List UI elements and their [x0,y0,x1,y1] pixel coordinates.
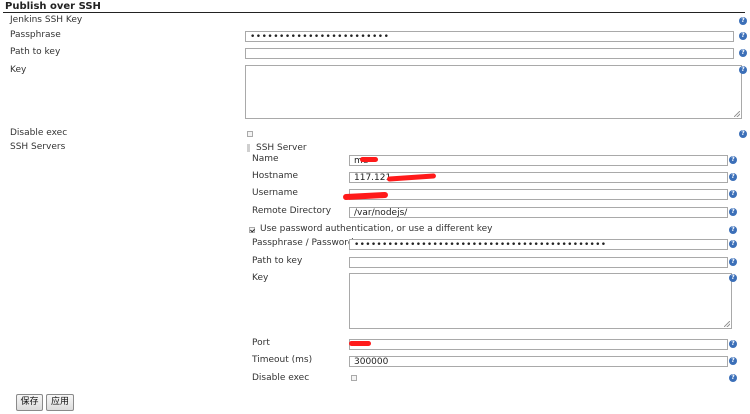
hostname-label: Hostname [252,171,299,181]
name-label: Name [252,154,279,164]
help-icon[interactable]: ? [739,66,747,74]
resize-grip-icon[interactable] [734,111,740,117]
remote-directory-field[interactable]: /var/nodejs/ [349,207,728,218]
server-key-textarea[interactable] [349,273,732,329]
key-label: Key [10,65,27,75]
server-disable-exec-label: Disable exec [252,373,310,383]
username-field[interactable] [349,189,728,200]
help-icon[interactable]: ? [739,17,747,25]
timeout-label: Timeout (ms) [252,355,313,365]
help-icon[interactable]: ? [729,240,737,248]
section-title: Publish over SSH [5,1,101,12]
jenkins-ssh-key-label: Jenkins SSH Key [10,15,83,25]
help-icon[interactable]: ? [729,226,737,234]
redaction-mark [360,157,378,162]
server-path-to-key-field[interactable] [349,257,728,268]
ssh-servers-label: SSH Servers [10,142,66,152]
passphrase-label: Passphrase [10,30,61,40]
help-icon[interactable]: ? [739,130,747,138]
use-password-checkbox[interactable] [249,227,255,233]
use-password-label: Use password authentication, or use a di… [260,224,493,234]
password-field[interactable]: ••••••••••••••••••••••••••••••••••••••••… [349,239,728,250]
disable-exec-checkbox[interactable] [247,131,253,137]
apply-button[interactable]: 应用 [46,394,74,411]
section-divider [3,12,745,13]
path-to-key-label: Path to key [10,47,61,57]
help-icon[interactable]: ? [729,208,737,216]
help-icon[interactable]: ? [729,190,737,198]
redaction-mark [349,341,371,346]
server-disable-exec-checkbox[interactable] [351,375,357,381]
path-to-key-field[interactable] [245,48,734,59]
remote-directory-label: Remote Directory [252,206,332,216]
disable-exec-label: Disable exec [10,128,68,138]
help-icon[interactable]: ? [729,340,737,348]
key-textarea[interactable] [245,65,742,119]
save-button[interactable]: 保存 [16,394,43,411]
port-field[interactable] [349,339,728,350]
ssh-server-header-bar [247,144,250,152]
name-field[interactable]: me [349,155,728,166]
server-path-to-key-label: Path to key [252,256,303,266]
help-icon[interactable]: ? [739,32,747,40]
help-icon[interactable]: ? [729,374,737,382]
server-key-label: Key [252,273,269,283]
help-icon[interactable]: ? [729,357,737,365]
help-icon[interactable]: ? [729,156,737,164]
ssh-server-header: SSH Server [256,143,307,153]
password-label: Passphrase / Password [252,238,354,248]
resize-grip-icon[interactable] [724,321,730,327]
passphrase-field[interactable]: •••••••••••••••••••••••• [245,31,734,42]
help-icon[interactable]: ? [729,274,737,282]
timeout-field[interactable]: 300000 [349,356,728,367]
username-label: Username [252,188,298,198]
help-icon[interactable]: ? [729,258,737,266]
port-label: Port [252,338,270,348]
help-icon[interactable]: ? [739,49,747,57]
help-icon[interactable]: ? [729,173,737,181]
